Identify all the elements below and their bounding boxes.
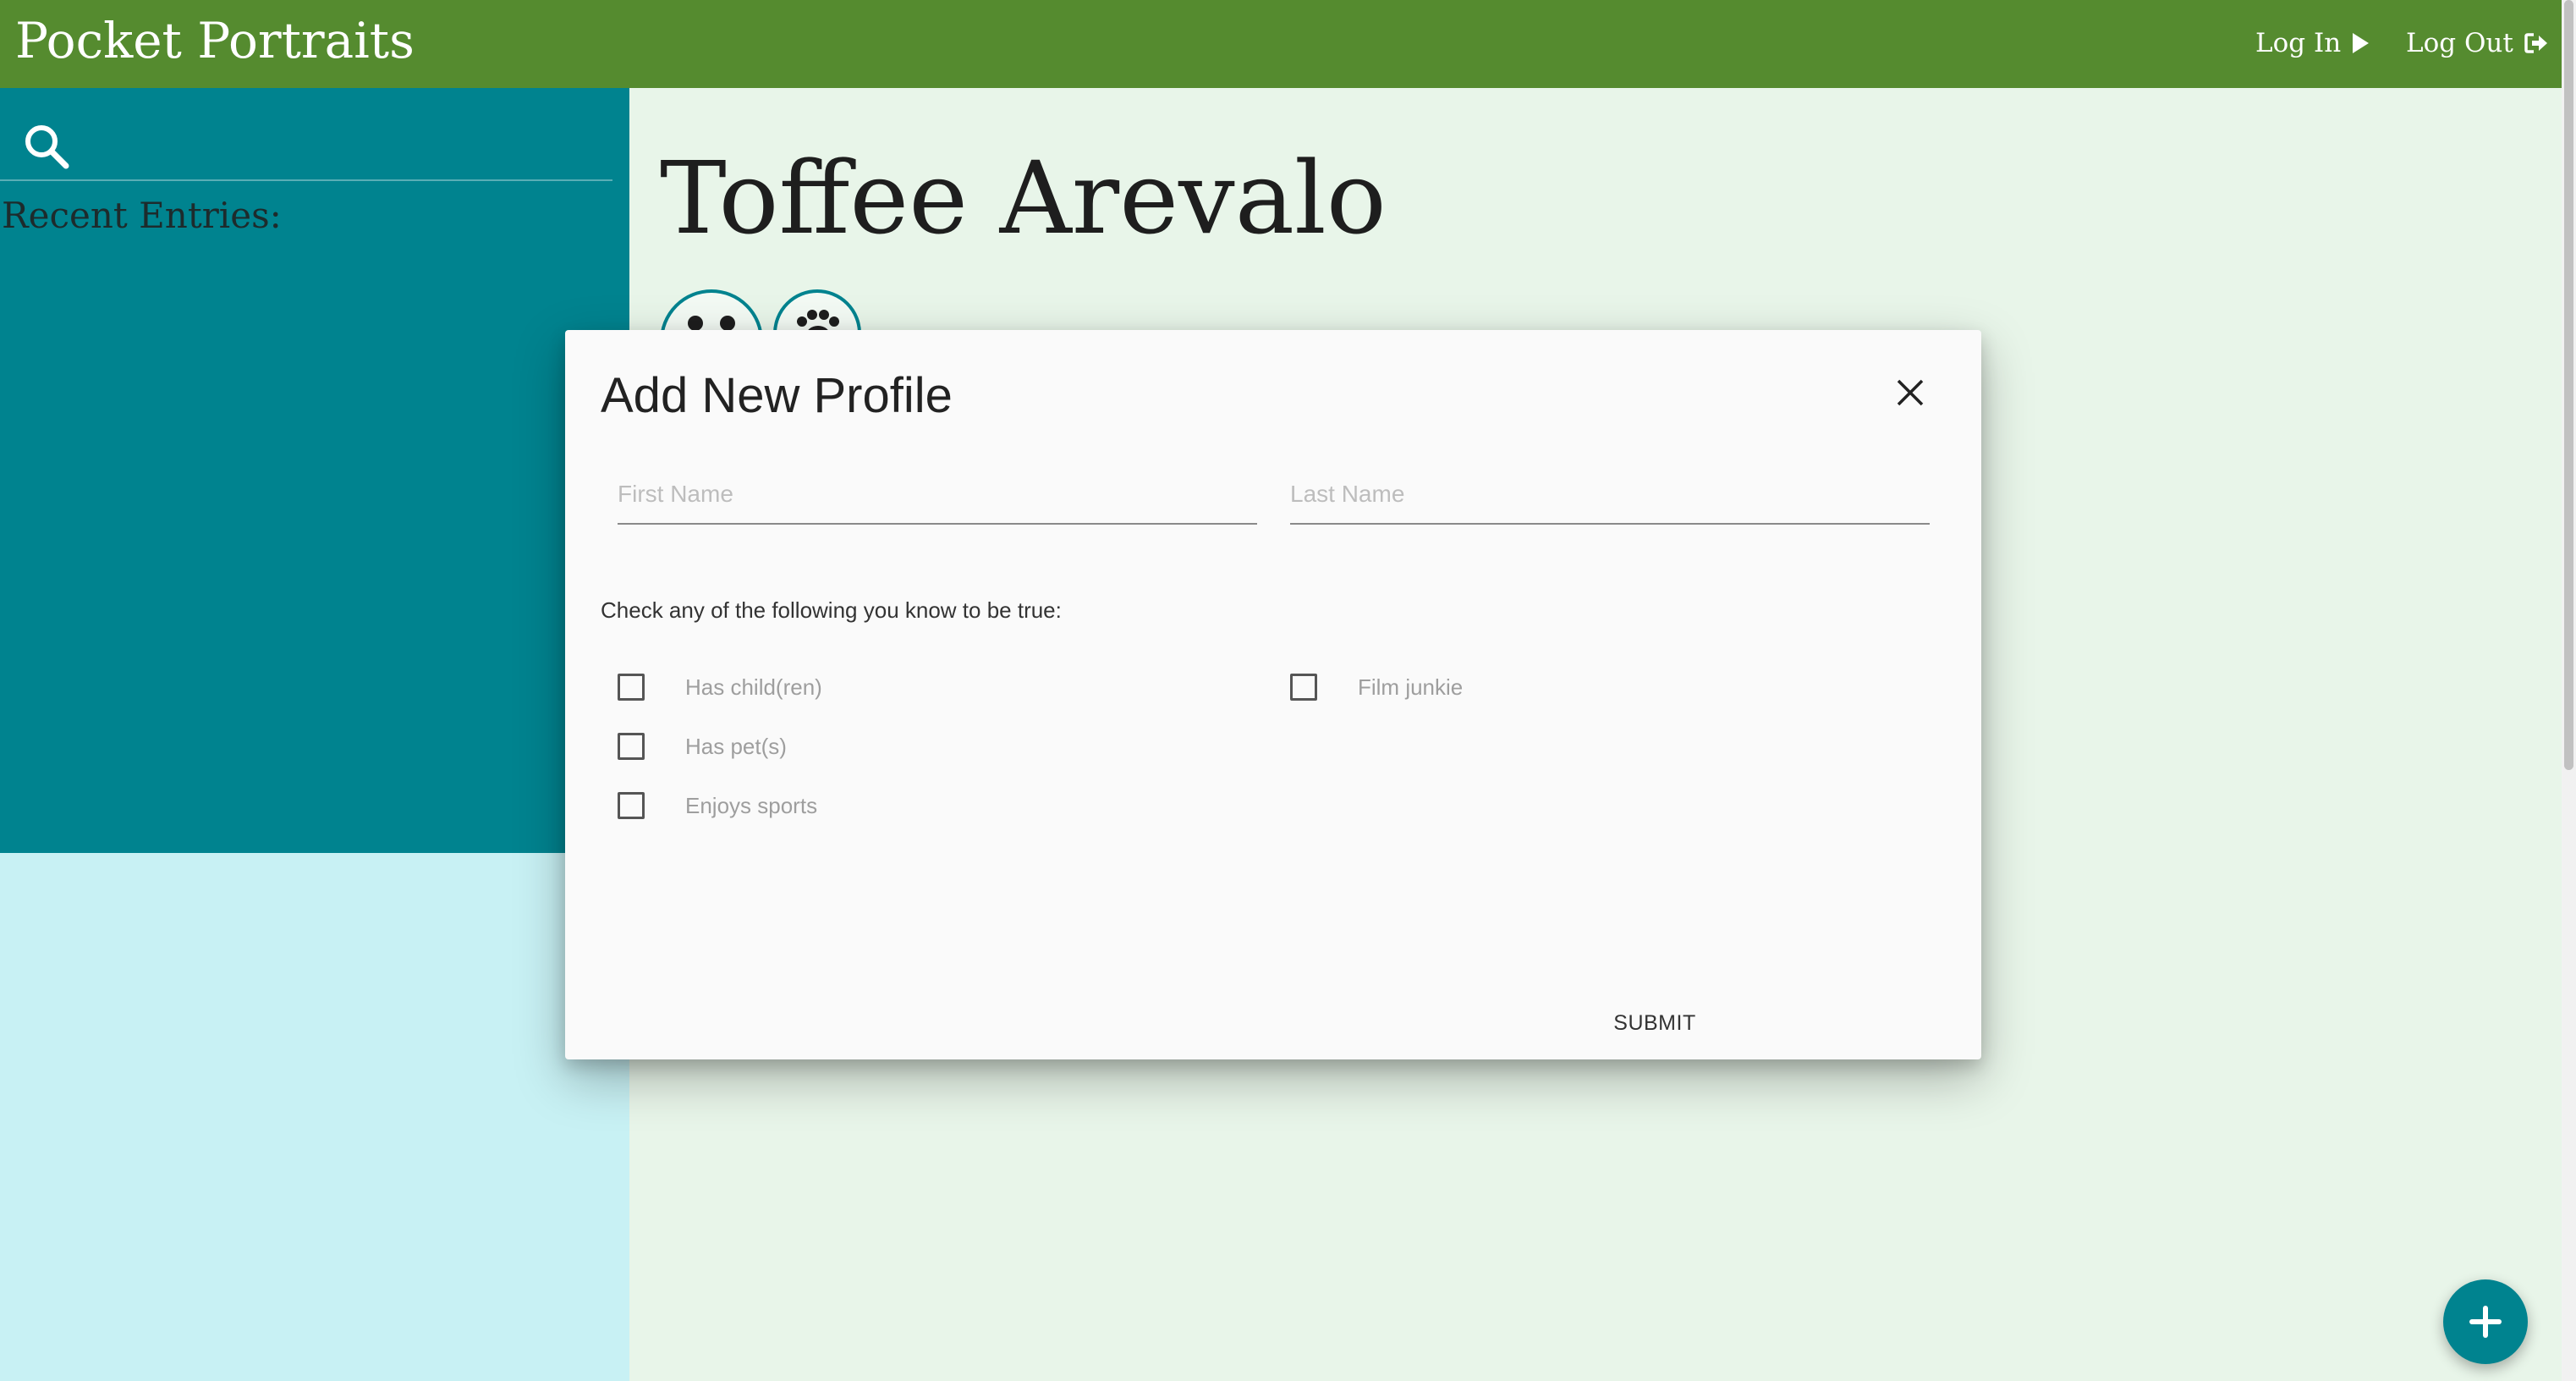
last-name-input[interactable] <box>1290 465 1930 523</box>
log-in-label: Log In <box>2255 28 2342 58</box>
dialog-title: Add New Profile <box>601 368 953 423</box>
log-out-link[interactable]: Log Out <box>2406 22 2549 64</box>
sidebar: Recent Entries: <box>0 88 629 853</box>
play-icon <box>2353 33 2370 53</box>
scrollbar-thumb[interactable] <box>2564 0 2573 770</box>
has-children-checkbox[interactable] <box>618 674 645 701</box>
close-icon[interactable] <box>1892 374 1929 411</box>
has-pets-label: Has pet(s) <box>685 733 787 759</box>
search-icon[interactable] <box>22 122 71 171</box>
log-in-link[interactable]: Log In <box>2255 22 2370 64</box>
has-pets-checkbox[interactable] <box>618 733 645 760</box>
app-window: Pocket Portraits Log In Log Out Recent E… <box>0 0 2576 1381</box>
profile-name: Toffee Arevalo <box>660 140 1387 256</box>
sidebar-lower-panel <box>0 853 629 1381</box>
option-has-children[interactable]: Has child(ren) <box>618 670 822 704</box>
search-bar <box>0 110 612 181</box>
first-name-input[interactable] <box>618 465 1257 523</box>
add-profile-dialog: Add New Profile Check any of the followi… <box>565 330 1981 1059</box>
option-film-junkie[interactable]: Film junkie <box>1290 670 1463 704</box>
has-children-label: Has child(ren) <box>685 674 822 700</box>
option-enjoys-sports[interactable]: Enjoys sports <box>618 789 817 823</box>
add-profile-fab[interactable] <box>2443 1279 2528 1364</box>
brand-title[interactable]: Pocket Portraits <box>15 7 415 74</box>
top-navbar: Pocket Portraits Log In Log Out <box>0 0 2562 88</box>
enjoys-sports-label: Enjoys sports <box>685 792 818 818</box>
first-name-field <box>618 465 1257 525</box>
log-out-label: Log Out <box>2406 28 2513 58</box>
sign-out-icon <box>2524 33 2547 53</box>
submit-button[interactable]: SUBMIT <box>1596 1002 1714 1044</box>
enjoys-sports-checkbox[interactable] <box>618 792 645 819</box>
film-junkie-checkbox[interactable] <box>1290 674 1317 701</box>
film-junkie-label: Film junkie <box>1358 674 1464 700</box>
search-input[interactable] <box>85 124 592 171</box>
recent-entries-heading: Recent Entries: <box>2 195 282 236</box>
option-has-pets[interactable]: Has pet(s) <box>618 729 787 763</box>
last-name-field <box>1290 465 1930 525</box>
checklist-instructions: Check any of the following you know to b… <box>601 597 1062 623</box>
plus-icon <box>2469 1306 2502 1338</box>
